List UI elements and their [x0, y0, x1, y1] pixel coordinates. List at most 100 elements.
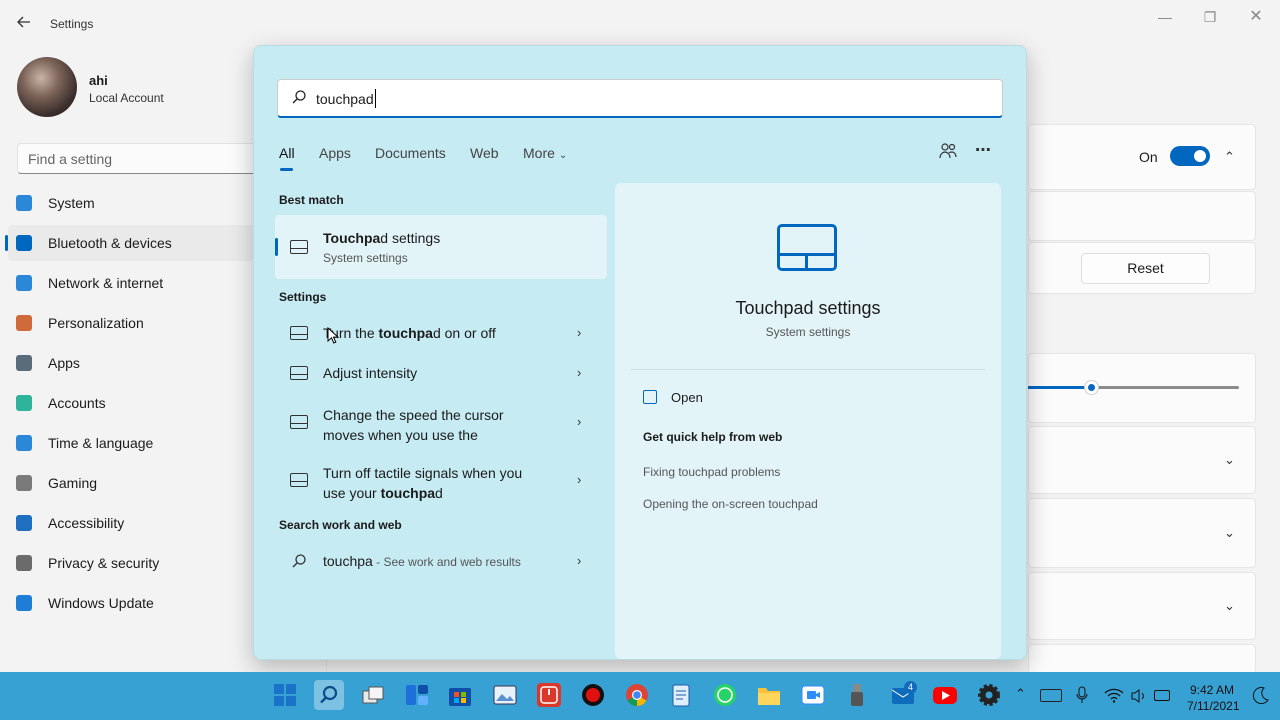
- sidebar-item-label: Apps: [48, 355, 80, 371]
- more-options-icon[interactable]: ⋯: [975, 140, 992, 160]
- avatar[interactable]: [17, 57, 77, 117]
- divider: [631, 369, 985, 370]
- touchpad-icon: [290, 240, 308, 254]
- text-caret: [375, 89, 376, 108]
- battery-icon[interactable]: [1154, 690, 1170, 701]
- setting-result-label: Change the speed the cursor moves when y…: [323, 407, 504, 443]
- best-match-title: Touchpad settings: [323, 230, 441, 246]
- photos-icon[interactable]: [492, 682, 518, 708]
- chevron-down-icon[interactable]: ⌄: [1224, 452, 1235, 468]
- system-icon: [16, 195, 32, 211]
- chevron-right-icon: ›: [577, 325, 582, 340]
- search-taskbar-icon[interactable]: [314, 680, 344, 710]
- chevron-down-icon: ⌄: [558, 150, 568, 161]
- help-link[interactable]: Opening the on-screen touchpad: [643, 497, 818, 511]
- sidebar-item-label: Accessibility: [48, 515, 125, 531]
- chevron-up-icon[interactable]: ⌃: [1224, 149, 1235, 165]
- widgets-icon[interactable]: [404, 682, 430, 708]
- search-icon: [291, 89, 307, 105]
- back-arrow-icon[interactable]: [16, 14, 34, 32]
- sidebar-item-label: Gaming: [48, 475, 98, 491]
- chevron-up-icon[interactable]: ⌃: [1015, 686, 1026, 702]
- settings-header: Settings: [279, 290, 327, 304]
- settings-card-expander[interactable]: [1028, 572, 1256, 640]
- tab-documents[interactable]: Documents: [375, 145, 446, 161]
- quick-help-header: Get quick help from web: [643, 430, 783, 444]
- zoom-icon[interactable]: [800, 682, 826, 708]
- settings-card: [1028, 644, 1256, 674]
- help-link[interactable]: Fixing touchpad problems: [643, 465, 780, 479]
- reset-button[interactable]: Reset: [1081, 253, 1210, 284]
- touchpad-icon: [290, 473, 308, 487]
- focus-assist-icon[interactable]: [1252, 686, 1270, 709]
- chevron-right-icon: ›: [577, 472, 582, 487]
- usb-drive-icon[interactable]: [844, 682, 870, 708]
- accessibility-icon: [16, 515, 32, 531]
- sidebar-item-network-internet[interactable]: Network & internet: [8, 265, 253, 301]
- sidebar-item-apps[interactable]: Apps: [8, 345, 253, 381]
- setting-result-label: Turn off tactile signals when you use yo…: [323, 465, 523, 501]
- task-view-icon[interactable]: [360, 682, 386, 708]
- window-title: Settings: [50, 17, 94, 31]
- preview-title: Touchpad settings: [735, 298, 881, 318]
- record-icon[interactable]: [580, 682, 606, 708]
- close-icon[interactable]: ✕: [1245, 8, 1267, 30]
- clock-time[interactable]: 9:42 AM: [1190, 683, 1234, 697]
- time-language-icon: [16, 435, 32, 451]
- tab-more[interactable]: More ⌄: [523, 145, 567, 161]
- settings-card-expander[interactable]: [1028, 498, 1256, 568]
- clock-date[interactable]: 7/11/2021: [1187, 699, 1240, 713]
- accounts-icon: [16, 395, 32, 411]
- power-app-icon[interactable]: [536, 682, 562, 708]
- notepad-icon[interactable]: [668, 682, 694, 708]
- tab-web[interactable]: Web: [470, 145, 499, 161]
- youtube-icon[interactable]: [932, 682, 958, 708]
- personalization-icon: [16, 315, 32, 331]
- chevron-down-icon[interactable]: ⌄: [1224, 598, 1235, 614]
- microphone-icon[interactable]: [1076, 686, 1088, 709]
- settings-card-expander[interactable]: [1028, 426, 1256, 494]
- preview-subtitle: System settings: [765, 325, 851, 339]
- keyboard-icon[interactable]: [1040, 689, 1062, 702]
- sidebar-item-windows-update[interactable]: Windows Update: [8, 585, 253, 621]
- user-account-type: Local Account: [89, 91, 164, 105]
- best-match-result[interactable]: [275, 215, 607, 279]
- touchpad-toggle[interactable]: [1170, 146, 1210, 166]
- search-input[interactable]: [277, 79, 1003, 118]
- sidebar-item-accounts[interactable]: Accounts: [8, 385, 253, 421]
- toggle-state-label: On: [1139, 149, 1158, 165]
- sidebar-item-label: Bluetooth & devices: [48, 235, 172, 251]
- tab-apps[interactable]: Apps: [319, 145, 351, 161]
- whatsapp-icon[interactable]: [712, 682, 738, 708]
- mail-badge: 4: [904, 681, 917, 694]
- wifi-icon[interactable]: [1104, 687, 1124, 708]
- volume-icon[interactable]: [1130, 688, 1148, 709]
- web-result-label: touchpa - See work and web results: [323, 553, 521, 569]
- start-icon[interactable]: [272, 682, 298, 708]
- sidebar-item-personalization[interactable]: Personalization: [8, 305, 253, 341]
- sidebar-item-bluetooth-devices[interactable]: Bluetooth & devices: [5, 225, 253, 261]
- maximize-icon[interactable]: ❐: [1199, 8, 1221, 30]
- sidebar-item-privacy-security[interactable]: Privacy & security: [8, 545, 253, 581]
- find-setting-input[interactable]: Find a setting: [17, 143, 257, 174]
- file-explorer-icon[interactable]: [756, 682, 782, 708]
- sidebar-item-system[interactable]: System: [8, 185, 253, 221]
- open-external-icon[interactable]: [643, 390, 657, 404]
- apps-icon: [16, 355, 32, 371]
- sidebar-item-accessibility[interactable]: Accessibility: [8, 505, 253, 541]
- sidebar-item-gaming[interactable]: Gaming: [8, 465, 253, 501]
- touchpad-icon: [290, 415, 308, 429]
- tab-all[interactable]: All: [279, 145, 295, 161]
- minimize-icon[interactable]: —: [1154, 8, 1176, 30]
- settings-gear-icon[interactable]: [976, 682, 1002, 708]
- sidebar-item-label: Accounts: [48, 395, 106, 411]
- store-icon[interactable]: [447, 682, 473, 708]
- chrome-icon[interactable]: [624, 682, 650, 708]
- search-query-text: touchpad: [316, 91, 374, 107]
- selection-indicator: [275, 238, 278, 256]
- sidebar-item-time-language[interactable]: Time & language: [8, 425, 253, 461]
- sidebar-item-label: System: [48, 195, 95, 211]
- chevron-down-icon[interactable]: ⌄: [1224, 525, 1235, 541]
- organization-icon[interactable]: [938, 142, 958, 160]
- open-link[interactable]: Open: [671, 390, 703, 405]
